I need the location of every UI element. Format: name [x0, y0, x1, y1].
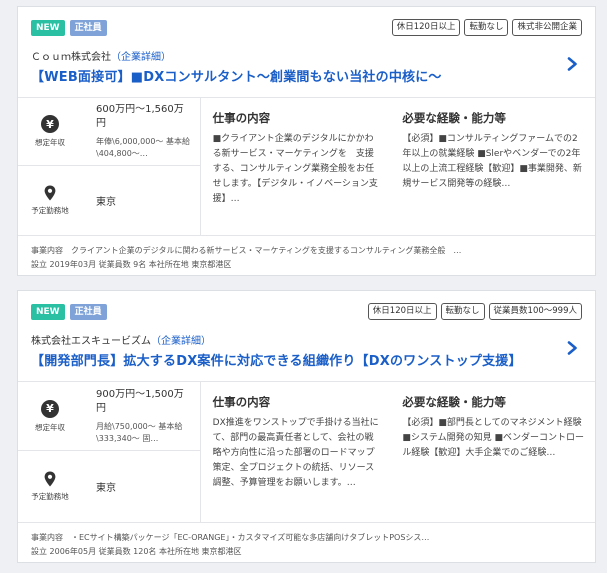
business-description: 事業内容 クライアント企業のデジタルに関わる新サービス・マーケティングを支援する…	[31, 246, 462, 255]
requirements-text: 【必須】■コンサルティングファームでの2年以上の就業経験 ■Slerやベンダーで…	[402, 134, 582, 189]
company-name: 株式会社エスキュービズム（企業詳細）	[31, 332, 211, 347]
business-description: 事業内容 ・ECサイト構築パッケージ「EC-ORANGE」・カスタマイズ可能な多…	[31, 533, 430, 542]
requirements: 必要な経験・能力等 【必須】■部門長としてのマネジメント経験 ■システム開発の知…	[390, 382, 595, 522]
yen-icon: ¥	[41, 115, 59, 133]
location-value: 東京	[96, 197, 116, 208]
job-description-text: ■クライアント企業のデジタルにかかわる新サービス・マーケティングを 支援する、コ…	[212, 134, 378, 204]
feature-tag: 転勤なし	[464, 19, 509, 36]
employment-type-badge: 正社員	[69, 304, 107, 320]
location-value: 東京	[96, 483, 116, 494]
feature-tag: 従業員数100〜999人	[488, 303, 582, 320]
company-name-text: Ｃｏｕｍ株式会社	[31, 52, 111, 63]
job-card-header: NEW 正社員 休日120日以上 転勤なし 株式非公開企業 Ｃｏｕｍ株式会社（企…	[18, 7, 595, 98]
employment-type-badge: 正社員	[69, 20, 107, 36]
requirements-title: 必要な経験・能力等	[402, 395, 506, 409]
company-detail-link[interactable]: （企業詳細）	[111, 52, 171, 63]
job-card-body: ¥ 想定年収 900万円〜1,500万円 月給\750,000〜 基本給\333…	[18, 382, 595, 523]
job-title-link[interactable]: 【WEB面接可】■DXコンサルタント〜創業間もない当社の中核に〜	[31, 66, 442, 85]
job-description: 仕事の内容 DX推進をワンストップで手掛ける当社にて、部門の最高責任者として、会…	[201, 382, 391, 522]
company-detail-link[interactable]: （企業詳細）	[151, 336, 211, 347]
new-badge: NEW	[31, 304, 65, 320]
salary-detail: 月給\750,000〜 基本給\333,340〜 固…	[96, 421, 183, 443]
map-pin-icon	[44, 471, 56, 487]
job-card-header: NEW 正社員 休日120日以上 転勤なし 従業員数100〜999人 株式会社エ…	[18, 291, 595, 382]
new-badge: NEW	[31, 20, 65, 36]
chevron-right-icon[interactable]	[567, 57, 578, 71]
job-card[interactable]: NEW 正社員 休日120日以上 転勤なし 株式非公開企業 Ｃｏｕｍ株式会社（企…	[17, 6, 596, 276]
location-label: 予定勤務地	[31, 206, 69, 215]
location-label: 予定勤務地	[31, 492, 69, 501]
company-name: Ｃｏｕｍ株式会社（企業詳細）	[31, 48, 171, 63]
salary-label: 想定年収	[35, 422, 65, 432]
chevron-right-icon[interactable]	[567, 341, 578, 355]
job-title-link[interactable]: 【開発部門長】拡大するDX案件に対応できる組織作り【DXのワンストップ支援】	[31, 350, 522, 369]
salary-range: 900万円〜1,500万円	[96, 388, 184, 414]
job-card-body: ¥ 想定年収 600万円〜1,560万円 年俸\6,000,000〜 基本給\4…	[18, 98, 595, 236]
job-description-title: 仕事の内容	[212, 111, 271, 125]
requirements-title: 必要な経験・能力等	[402, 111, 506, 125]
feature-tag: 転勤なし	[440, 303, 485, 320]
feature-tag: 休日120日以上	[367, 303, 437, 320]
job-description: 仕事の内容 ■クライアント企業のデジタルにかかわる新サービス・マーケティングを …	[201, 98, 391, 235]
job-card[interactable]: NEW 正社員 休日120日以上 転勤なし 従業員数100〜999人 株式会社エ…	[17, 290, 596, 563]
feature-tag: 株式非公開企業	[512, 19, 582, 36]
feature-tag: 休日120日以上	[391, 19, 461, 36]
requirements: 必要な経験・能力等 【必須】■コンサルティングファームでの2年以上の就業経験 ■…	[390, 98, 595, 235]
yen-icon: ¥	[41, 399, 59, 418]
salary-label: 想定年収	[35, 138, 65, 147]
company-info: 設立 2019年03月 従業員数 9名 本社所在地 東京都港区	[31, 260, 232, 269]
requirements-text: 【必須】■部門長としてのマネジメント経験 ■システム開発の知見 ■ベンダーコント…	[402, 418, 584, 458]
company-name-text: 株式会社エスキュービズム	[31, 336, 151, 347]
job-description-text: DX推進をワンストップで手掛ける当社にて、部門の最高責任者として、会社の戦略や方…	[212, 418, 379, 488]
company-info: 設立 2006年05月 従業員数 120名 本社所在地 東京都港区	[31, 547, 242, 556]
salary-range: 600万円〜1,560万円	[96, 104, 184, 129]
company-summary: 事業内容 クライアント企業のデジタルに関わる新サービス・マーケティングを支援する…	[18, 236, 595, 280]
job-description-title: 仕事の内容	[212, 395, 271, 409]
company-summary: 事業内容 ・ECサイト構築パッケージ「EC-ORANGE」・カスタマイズ可能な多…	[18, 523, 595, 567]
salary-detail: 年俸\6,000,000〜 基本給\404,800〜…	[96, 137, 190, 158]
map-pin-icon	[44, 185, 56, 201]
